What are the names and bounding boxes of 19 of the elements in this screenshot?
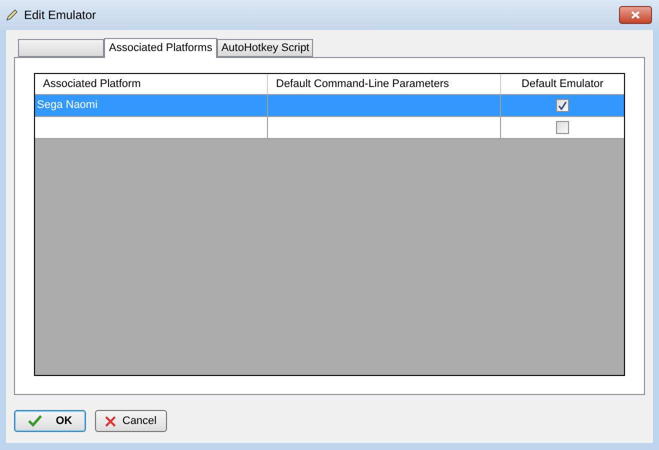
checkbox[interactable] (556, 99, 569, 112)
tab[interactable]: AutoHotkey Script (217, 39, 314, 57)
table-cell-text: Sega Naomi (37, 98, 98, 114)
tab[interactable]: Associated Platforms (104, 38, 218, 58)
ok-button[interactable]: OK (14, 410, 86, 432)
table-row[interactable] (35, 117, 624, 139)
pencil-icon (6, 9, 18, 21)
column-header[interactable]: Associated Platform (35, 74, 268, 94)
check-icon (28, 415, 42, 427)
cancel-button[interactable]: Cancel (95, 410, 167, 432)
check-icon (558, 101, 567, 110)
checkbox[interactable] (556, 121, 569, 134)
column-header[interactable]: Default Command-Line Parameters (268, 74, 501, 94)
window-title: Edit Emulator (24, 7, 96, 24)
column-header[interactable]: Default Emulator (501, 74, 624, 94)
tab[interactable] (18, 39, 104, 57)
close-icon (631, 11, 640, 19)
close-button[interactable] (619, 6, 652, 24)
close-icon (105, 416, 116, 426)
